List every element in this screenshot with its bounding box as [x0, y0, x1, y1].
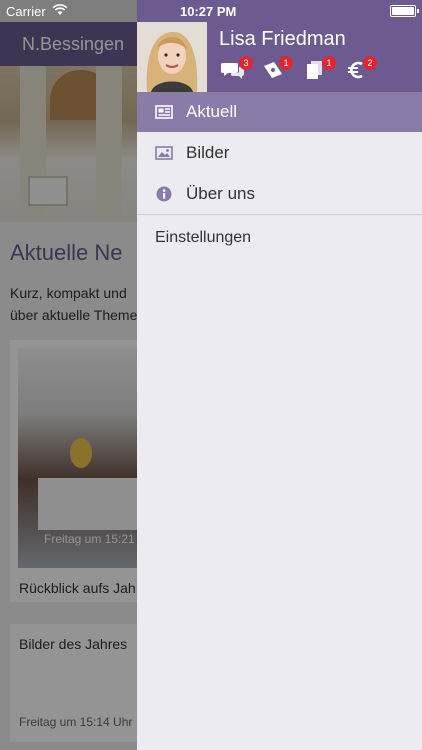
clock: 10:27 PM	[180, 4, 237, 19]
menu-item-bilder[interactable]: Bilder	[137, 133, 422, 173]
avatar[interactable]	[137, 22, 207, 92]
documents-button[interactable]: 1	[304, 56, 336, 82]
status-bar: Carrier 10:27 PM	[0, 0, 422, 22]
tickets-button[interactable]: 1	[261, 56, 293, 82]
newspaper-icon	[155, 104, 173, 120]
payments-button[interactable]: 2	[345, 56, 377, 82]
tickets-badge: 1	[279, 56, 293, 70]
image-icon	[155, 145, 173, 161]
menu-item-aktuell[interactable]: Aktuell	[137, 92, 422, 132]
battery-icon	[390, 5, 419, 17]
messages-badge: 3	[239, 56, 253, 70]
messages-button[interactable]: 3	[221, 56, 253, 82]
info-icon	[155, 186, 173, 202]
menu-item-ueber-uns[interactable]: Über uns	[137, 174, 422, 214]
user-name: Lisa Friedman	[219, 28, 346, 50]
menu-divider	[137, 214, 422, 215]
payments-badge: 2	[363, 56, 377, 70]
wifi-icon	[52, 3, 68, 17]
side-drawer: Lisa Friedman 3 1 1 2 Aktuell Bilder Übe…	[137, 0, 422, 750]
menu-item-label: Über uns	[186, 184, 255, 203]
carrier-label: Carrier	[6, 4, 46, 19]
battery-fill	[392, 7, 414, 15]
menu-item-label: Bilder	[186, 143, 230, 162]
documents-badge: 1	[322, 56, 336, 70]
settings-item[interactable]: Einstellungen	[155, 229, 251, 247]
menu-item-label: Aktuell	[186, 102, 238, 121]
